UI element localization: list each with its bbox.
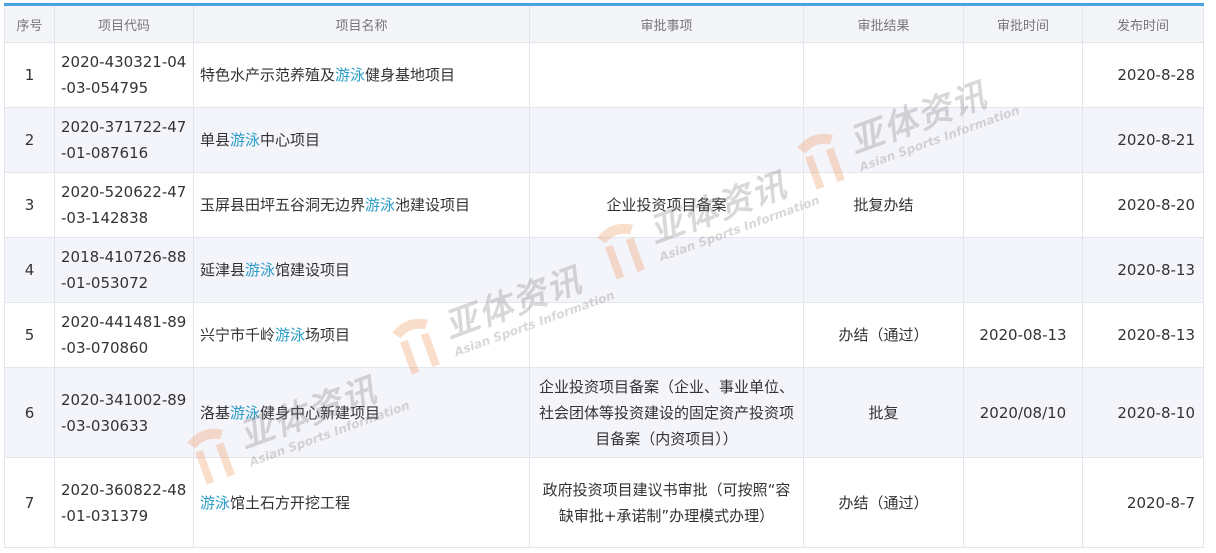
name-prefix: 延津县 <box>200 261 246 279</box>
table-row: 3 2020-520622-47 -03-142838 玉屏县田坪五谷洞无边界游泳… <box>4 172 1204 238</box>
approval-table: 序号 项目代码 项目名称 审批事项 审批结果 审批时间 发布时间 1 2020-… <box>4 3 1204 548</box>
name-highlight: 游泳 <box>230 403 261 422</box>
cell-publish-time: 2020-8-21 <box>1082 107 1204 173</box>
name-highlight: 游泳 <box>275 326 306 344</box>
code-line-1: 2020-520622-47 <box>61 183 187 201</box>
cell-approval-item <box>529 42 804 108</box>
name-prefix: 单县 <box>200 131 231 149</box>
name-prefix: 特色水产示范养殖及 <box>200 66 336 84</box>
name-suffix: 场项目 <box>305 326 351 344</box>
name-suffix: 健身基地项目 <box>365 66 456 84</box>
cell-project-code: 2020-360822-48 -01-031379 <box>54 457 194 548</box>
cell-index: 3 <box>4 172 55 238</box>
name-suffix: 馆土石方开挖工程 <box>230 493 351 512</box>
code-line-1: 2020-430321-04 <box>61 53 187 71</box>
cell-approval-result: 办结（通过） <box>803 457 964 548</box>
cell-approval-result: 批复办结 <box>803 172 964 238</box>
header-approval-time[interactable]: 审批时间 <box>963 3 1083 43</box>
name-suffix: 中心项目 <box>260 131 321 149</box>
cell-project-name[interactable]: 玉屏县田坪五谷洞无边界游泳池建设项目 <box>193 172 530 238</box>
cell-approval-item: 政府投资项目建议书审批（可按照“容缺审批+承诺制”办理模式办理） <box>529 457 804 548</box>
cell-project-code: 2020-441481-89 -03-070860 <box>54 302 194 368</box>
cell-project-code: 2020-341002-89 -03-030633 <box>54 367 194 458</box>
cell-approval-result: 批复 <box>803 367 964 458</box>
cell-index: 4 <box>4 237 55 303</box>
cell-publish-time: 2020-8-20 <box>1082 172 1204 238</box>
name-suffix: 池建设项目 <box>395 196 471 214</box>
table-row: 6 2020-341002-89 -03-030633 洛基游泳健身中心新建项目 … <box>4 367 1204 458</box>
cell-approval-item: 企业投资项目备案 <box>529 172 804 238</box>
code-line-2: -03-142838 <box>61 209 149 227</box>
name-suffix: 健身中心新建项目 <box>260 403 381 422</box>
table-row: 5 2020-441481-89 -03-070860 兴宁市千岭游泳场项目 办结… <box>4 302 1204 368</box>
code-line-2: -03-070860 <box>61 339 149 357</box>
header-index[interactable]: 序号 <box>4 3 55 43</box>
cell-index: 5 <box>4 302 55 368</box>
cell-publish-time: 2020-8-13 <box>1082 302 1204 368</box>
cell-project-name[interactable]: 延津县游泳馆建设项目 <box>193 237 530 303</box>
cell-publish-time: 2020-8-28 <box>1082 42 1204 108</box>
table-row: 7 2020-360822-48 -01-031379 游泳馆土石方开挖工程 政府… <box>4 457 1204 548</box>
code-line-1: 2020-441481-89 <box>61 313 187 331</box>
name-highlight: 游泳 <box>230 131 261 149</box>
header-project-code[interactable]: 项目代码 <box>54 3 194 43</box>
cell-approval-item <box>529 237 804 303</box>
cell-project-code: 2020-371722-47 -01-087616 <box>54 107 194 173</box>
code-line-2: -03-054795 <box>61 79 149 97</box>
cell-project-name[interactable]: 单县游泳中心项目 <box>193 107 530 173</box>
table-row: 1 2020-430321-04 -03-054795 特色水产示范养殖及游泳健身… <box>4 42 1204 108</box>
cell-project-name[interactable]: 洛基游泳健身中心新建项目 <box>193 367 530 458</box>
code-line-2: -01-031379 <box>61 506 149 525</box>
cell-index: 1 <box>4 42 55 108</box>
code-line-2: -03-030633 <box>61 416 149 435</box>
cell-publish-time: 2020-8-13 <box>1082 237 1204 303</box>
cell-project-name[interactable]: 游泳馆土石方开挖工程 <box>193 457 530 548</box>
table-row: 2 2020-371722-47 -01-087616 单县游泳中心项目 2020… <box>4 107 1204 173</box>
code-line-1: 2020-360822-48 <box>61 480 187 499</box>
header-project-name[interactable]: 项目名称 <box>193 3 530 43</box>
cell-index: 6 <box>4 367 55 458</box>
cell-approval-time <box>963 172 1083 238</box>
header-approval-result[interactable]: 审批结果 <box>803 3 964 43</box>
cell-approval-time: 2020-08-13 <box>963 302 1083 368</box>
cell-approval-item: 企业投资项目备案（企业、事业单位、社会团体等投资建设的固定资产投资项目备案（内资… <box>529 367 804 458</box>
code-line-1: 2020-371722-47 <box>61 118 187 136</box>
cell-approval-result <box>803 237 964 303</box>
table-header-row: 序号 项目代码 项目名称 审批事项 审批结果 审批时间 发布时间 <box>4 3 1204 43</box>
cell-approval-time <box>963 107 1083 173</box>
cell-publish-time: 2020-8-10 <box>1082 367 1204 458</box>
name-prefix: 玉屏县田坪五谷洞无边界 <box>200 196 366 214</box>
cell-project-name[interactable]: 兴宁市千岭游泳场项目 <box>193 302 530 368</box>
cell-approval-time: 2020/08/10 <box>963 367 1083 458</box>
cell-approval-result: 办结（通过） <box>803 302 964 368</box>
code-line-1: 2020-341002-89 <box>61 390 187 409</box>
cell-project-code: 2020-430321-04 -03-054795 <box>54 42 194 108</box>
name-prefix: 洛基 <box>200 403 231 422</box>
cell-approval-time <box>963 237 1083 303</box>
table-row: 4 2018-410726-88 -01-053072 延津县游泳馆建设项目 20… <box>4 237 1204 303</box>
cell-index: 7 <box>4 457 55 548</box>
cell-project-name[interactable]: 特色水产示范养殖及游泳健身基地项目 <box>193 42 530 108</box>
header-publish-time[interactable]: 发布时间 <box>1082 3 1204 43</box>
cell-index: 2 <box>4 107 55 173</box>
name-highlight: 游泳 <box>335 66 366 84</box>
header-approval-item[interactable]: 审批事项 <box>529 3 804 43</box>
cell-project-code: 2018-410726-88 -01-053072 <box>54 237 194 303</box>
name-highlight: 游泳 <box>200 493 231 512</box>
name-suffix: 馆建设项目 <box>275 261 351 279</box>
cell-approval-item <box>529 107 804 173</box>
cell-project-code: 2020-520622-47 -03-142838 <box>54 172 194 238</box>
cell-publish-time: 2020-8-7 <box>1082 457 1204 548</box>
code-line-2: -01-087616 <box>61 144 149 162</box>
code-line-2: -01-053072 <box>61 274 149 292</box>
cell-approval-item <box>529 302 804 368</box>
name-prefix: 兴宁市千岭 <box>200 326 276 344</box>
code-line-1: 2018-410726-88 <box>61 248 187 266</box>
cell-approval-result <box>803 107 964 173</box>
name-highlight: 游泳 <box>245 261 276 279</box>
name-highlight: 游泳 <box>365 196 396 214</box>
cell-approval-result <box>803 42 964 108</box>
cell-approval-time <box>963 42 1083 108</box>
cell-approval-time <box>963 457 1083 548</box>
